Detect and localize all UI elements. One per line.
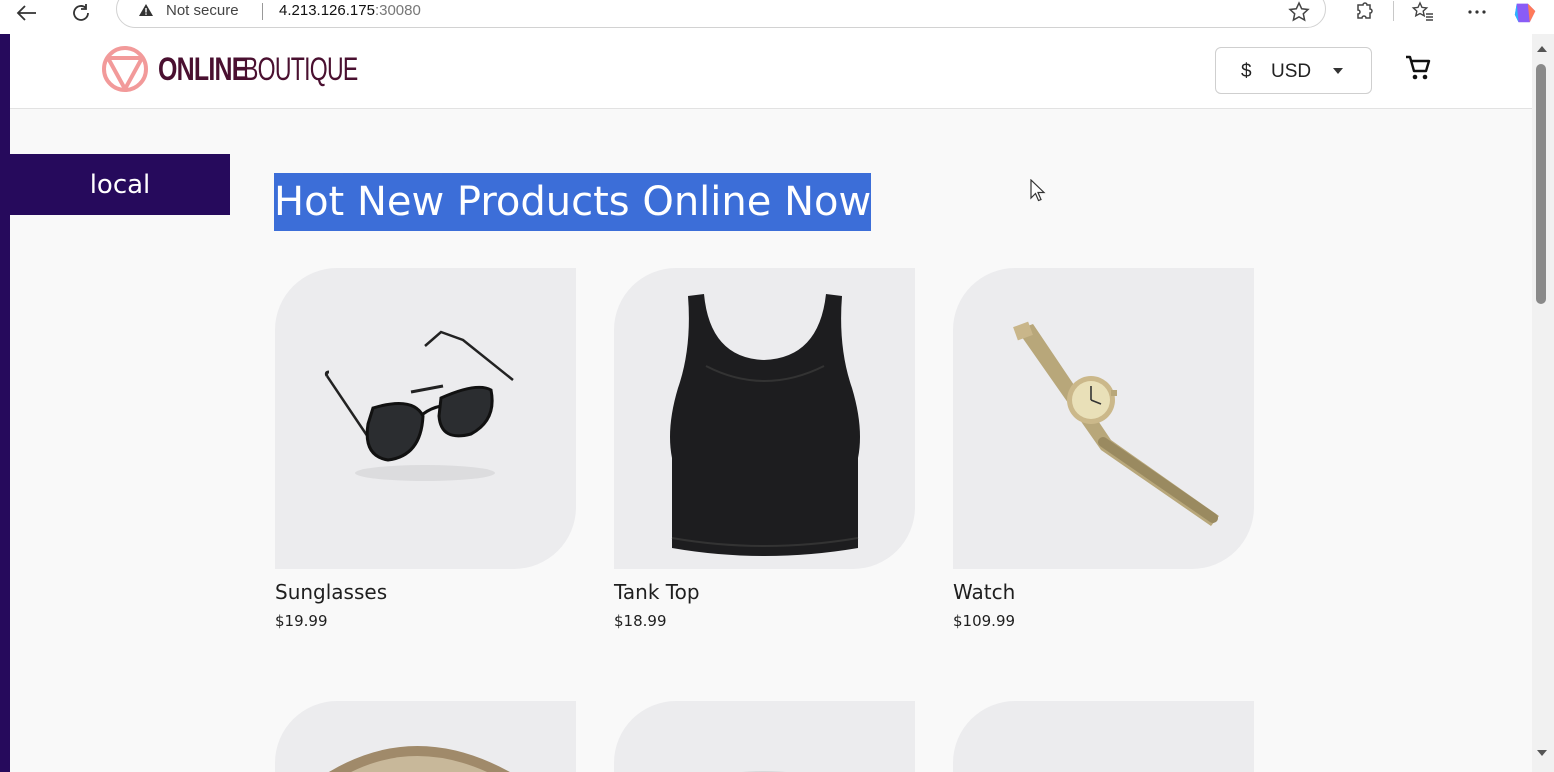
logo-mark-icon xyxy=(102,46,148,92)
product-card[interactable]: Watch $109.99 xyxy=(953,268,1254,630)
browser-toolbar: Not secure 4.213.126.175:30080 xyxy=(0,0,1554,30)
environment-banner: local xyxy=(10,154,230,215)
product-name[interactable]: Watch xyxy=(953,580,1015,604)
scroll-up-arrow-icon[interactable] xyxy=(1536,44,1548,54)
product-card[interactable] xyxy=(953,701,1254,772)
tank-top-image[interactable] xyxy=(614,268,915,569)
currency-symbol: $ xyxy=(1241,61,1252,82)
product-image[interactable] xyxy=(614,701,915,772)
scrollbar-thumb[interactable] xyxy=(1536,64,1546,304)
product-name[interactable]: Tank Top xyxy=(614,580,700,604)
mouse-pointer-icon xyxy=(1030,179,1046,202)
headline-text: Hot New Products Online Now xyxy=(274,179,872,225)
url-text[interactable]: 4.213.126.175:30080 xyxy=(279,2,421,19)
site-header: ONLINE BOUTIQUE $ USD xyxy=(10,34,1532,109)
toolbar-divider xyxy=(1393,1,1394,21)
warning-icon[interactable] xyxy=(138,2,154,22)
product-price: $109.99 xyxy=(953,612,1016,630)
cart-icon[interactable] xyxy=(1405,54,1431,86)
product-name[interactable]: Sunglasses xyxy=(275,580,387,604)
left-edge-bar xyxy=(0,34,10,772)
favorites-icon[interactable] xyxy=(1410,0,1436,24)
product-card[interactable] xyxy=(275,701,576,772)
chevron-down-icon xyxy=(1333,68,1343,74)
product-card[interactable]: Sunglasses $19.99 xyxy=(275,268,576,630)
scroll-down-arrow-icon[interactable] xyxy=(1536,748,1548,758)
currency-code: USD xyxy=(1271,61,1312,82)
product-price: $19.99 xyxy=(275,612,328,630)
logo-text-bold: ONLINE xyxy=(158,50,248,87)
sunglasses-image[interactable] xyxy=(275,268,576,569)
currency-selector[interactable]: $ USD xyxy=(1215,47,1372,94)
reload-icon[interactable] xyxy=(66,0,96,26)
product-image[interactable] xyxy=(953,701,1254,772)
product-card[interactable]: Tank Top $18.99 xyxy=(614,268,915,630)
back-arrow-icon[interactable] xyxy=(12,0,42,26)
security-status[interactable]: Not secure xyxy=(166,2,239,19)
star-icon[interactable] xyxy=(1286,0,1312,24)
copilot-icon[interactable] xyxy=(1513,0,1539,24)
page-viewport: ONLINE BOUTIQUE $ USD local Hot New Prod… xyxy=(0,34,1554,772)
page-headline: Hot New Products Online Now xyxy=(274,173,872,231)
product-card[interactable] xyxy=(614,701,915,772)
logo-text-thin: BOUTIQUE xyxy=(242,50,358,87)
site-logo[interactable]: ONLINE BOUTIQUE xyxy=(100,44,402,94)
url-host: 4.213.126.175 xyxy=(279,2,375,19)
product-image[interactable] xyxy=(275,701,576,772)
environment-label: local xyxy=(89,169,151,200)
url-port: :30080 xyxy=(374,2,421,19)
watch-image[interactable] xyxy=(953,268,1254,569)
more-options-icon[interactable] xyxy=(1464,0,1490,24)
extensions-icon[interactable] xyxy=(1351,0,1377,24)
product-price: $18.99 xyxy=(614,612,667,630)
address-divider xyxy=(262,3,263,20)
